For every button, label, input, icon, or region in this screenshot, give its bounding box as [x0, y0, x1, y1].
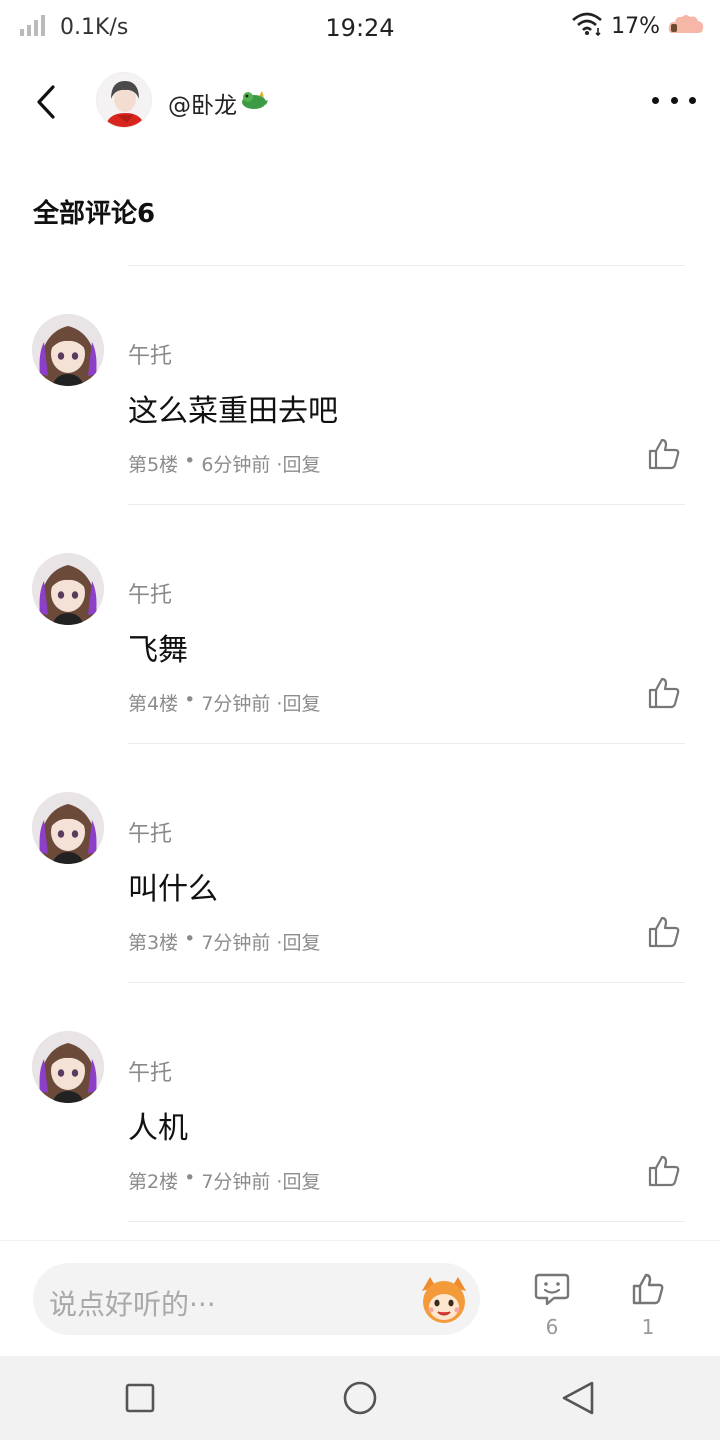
- wifi-icon: [571, 12, 603, 40]
- comment-count: 6: [545, 1315, 559, 1339]
- like-button[interactable]: [646, 914, 682, 950]
- comment-meta: 第5楼 • 6分钟前 ·回复: [128, 450, 320, 477]
- emoji-icon[interactable]: [416, 1271, 472, 1327]
- comment-input[interactable]: 说点好听的···: [33, 1263, 480, 1335]
- meta-separator: •: [184, 450, 196, 472]
- floor-number: 第3楼: [128, 932, 179, 954]
- avatar-image: [32, 553, 104, 625]
- comment-icon: [534, 1273, 570, 1306]
- like-icon: [648, 1155, 680, 1187]
- commenter-name[interactable]: 午托: [128, 1055, 172, 1087]
- commenter-name[interactable]: 午托: [128, 816, 172, 848]
- commenter-avatar[interactable]: [32, 1031, 104, 1103]
- comment-text: 叫什么: [128, 872, 218, 907]
- back-button[interactable]: [22, 78, 70, 126]
- battery-icon: [668, 13, 704, 39]
- reply-link[interactable]: ·回复: [276, 450, 320, 477]
- commenter-avatar[interactable]: [32, 792, 104, 864]
- comment-time: 7分钟前: [201, 932, 271, 954]
- status-right: 17%: [571, 12, 704, 40]
- comment-input-bar: 说点好听的··· 6 1: [0, 1240, 720, 1356]
- commenter-avatar[interactable]: [32, 553, 104, 625]
- comment-input-placeholder: 说点好听的···: [49, 1288, 216, 1321]
- floor-number: 第2楼: [128, 1171, 179, 1193]
- comment-item: 午托 叫什么 第3楼 • 7分钟前 ·回复: [0, 744, 720, 983]
- post-like-button[interactable]: 1: [618, 1271, 678, 1339]
- triangle-icon: [562, 1381, 594, 1415]
- back-icon: [37, 85, 55, 119]
- status-bar: 0.1K/s 19:24 17%: [0, 0, 720, 58]
- more-icon-dot: [689, 96, 696, 104]
- square-icon: [125, 1383, 155, 1413]
- like-button[interactable]: [646, 1153, 682, 1189]
- page: 0.1K/s 19:24 17% @卧龙 全部评论6 午托 这么菜重田去吧 第5…: [0, 0, 720, 1440]
- system-nav-bar: [0, 1356, 720, 1440]
- like-icon: [648, 438, 680, 470]
- battery-percent: 17%: [611, 13, 660, 39]
- commenter-name[interactable]: 午托: [128, 577, 172, 609]
- comment-item: 午托 飞舞 第4楼 • 7分钟前 ·回复: [0, 505, 720, 744]
- comment-text: 飞舞: [128, 633, 188, 668]
- reply-link[interactable]: ·回复: [276, 928, 320, 955]
- more-icon-dot: [652, 96, 659, 104]
- floor-number: 第4楼: [128, 693, 179, 715]
- comment-time: 7分钟前: [201, 1171, 271, 1193]
- more-icon-dot: [670, 96, 678, 104]
- divider: [128, 1221, 685, 1222]
- comment-time: 6分钟前: [201, 454, 271, 476]
- avatar-image: [32, 792, 104, 864]
- comment-item: 午托 人机 第2楼 • 7分钟前 ·回复: [0, 983, 720, 1222]
- comments-button[interactable]: 6: [522, 1271, 582, 1339]
- comments-section-title: 全部评论6: [33, 199, 156, 229]
- comment-item: 午托 这么菜重田去吧 第5楼 • 6分钟前 ·回复: [0, 266, 720, 505]
- like-icon: [632, 1273, 664, 1305]
- dragon-emoji-icon: [239, 88, 269, 118]
- header: @卧龙: [0, 62, 720, 138]
- like-icon: [648, 677, 680, 709]
- recents-button[interactable]: [120, 1378, 160, 1418]
- comment-meta: 第2楼 • 7分钟前 ·回复: [128, 1167, 320, 1194]
- like-button[interactable]: [646, 675, 682, 711]
- username-text: @卧龙: [168, 93, 237, 119]
- like-count: 1: [641, 1315, 655, 1339]
- comment-meta: 第3楼 • 7分钟前 ·回复: [128, 928, 320, 955]
- avatar-image: [32, 314, 104, 386]
- comment-text: 这么菜重田去吧: [128, 394, 338, 429]
- comment-text: 人机: [128, 1111, 188, 1146]
- avatar-image: [32, 1031, 104, 1103]
- comment-time: 7分钟前: [201, 693, 271, 715]
- back-nav-button[interactable]: [558, 1378, 598, 1418]
- profile-name[interactable]: @卧龙: [168, 86, 269, 120]
- floor-number: 第5楼: [128, 454, 179, 476]
- meta-separator: •: [184, 1167, 196, 1189]
- meta-separator: •: [184, 928, 196, 950]
- like-icon: [648, 916, 680, 948]
- like-button[interactable]: [646, 436, 682, 472]
- commenter-name[interactable]: 午托: [128, 338, 172, 370]
- home-button[interactable]: [340, 1378, 380, 1418]
- reply-link[interactable]: ·回复: [276, 1167, 320, 1194]
- reply-link[interactable]: ·回复: [276, 689, 320, 716]
- avatar-image: [97, 73, 151, 127]
- meta-separator: •: [184, 689, 196, 711]
- commenter-avatar[interactable]: [32, 314, 104, 386]
- circle-icon: [343, 1381, 377, 1415]
- more-button[interactable]: [652, 84, 696, 116]
- comment-meta: 第4楼 • 7分钟前 ·回复: [128, 689, 320, 716]
- profile-avatar[interactable]: [96, 72, 152, 128]
